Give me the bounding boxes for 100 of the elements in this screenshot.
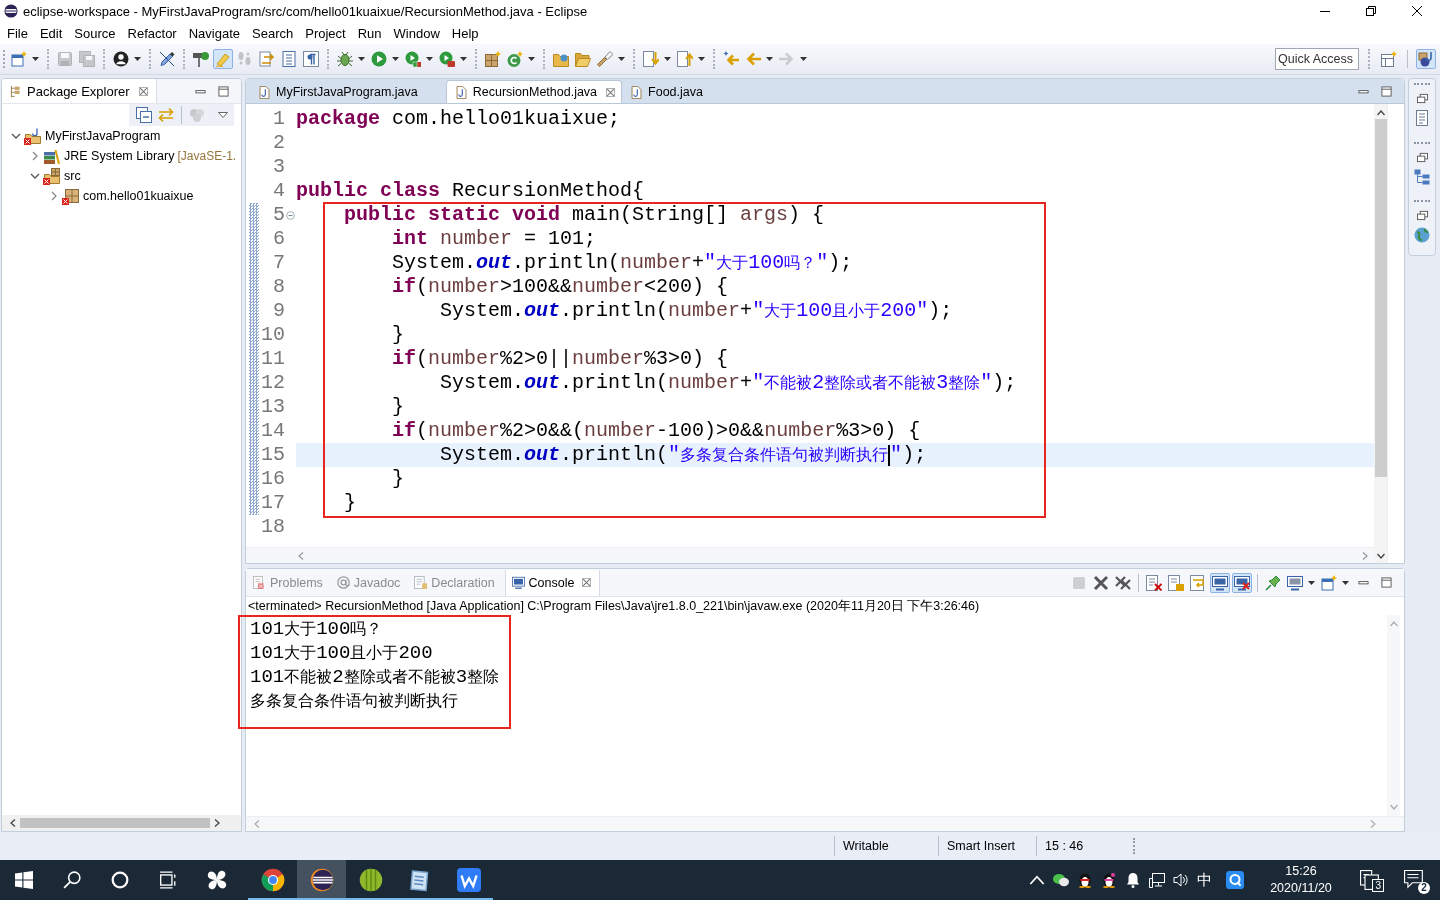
play-bars-icon[interactable] <box>403 49 423 69</box>
document-square-icon[interactable] <box>1166 572 1186 593</box>
scroll-right-icon[interactable] <box>214 819 220 827</box>
menu-item[interactable]: Help <box>445 25 485 41</box>
tree-item[interactable]: JRE System Library <box>64 149 175 163</box>
task-view-icon[interactable] <box>159 871 177 889</box>
code-line: System.out.println(number+"大于100且小于200"); <box>440 299 953 323</box>
pilcrow-icon[interactable] <box>301 49 321 69</box>
start-icon[interactable] <box>15 871 33 889</box>
shapes-icon[interactable] <box>1416 49 1436 69</box>
editor-tab[interactable]: RecursionMethod.java <box>445 80 623 103</box>
line-number: 17 <box>260 491 285 515</box>
speaker-icon[interactable] <box>1173 872 1189 888</box>
monitor-x-icon[interactable] <box>1232 572 1252 593</box>
chat-bubbles-icon[interactable] <box>1053 872 1069 888</box>
quick-access-field[interactable]: Quick Access <box>1275 48 1359 70</box>
penguin-icon[interactable] <box>1077 872 1093 888</box>
package-star-icon[interactable] <box>483 49 503 69</box>
line-number: 14 <box>260 419 285 443</box>
window-title: eclipse-workspace - MyFirstJavaProgram/src/com/hello01kuaixue/RecursionMethod.java - Eclipse <box>23 3 589 19</box>
restore-icon[interactable] <box>1416 93 1428 104</box>
collapse-all-icon[interactable] <box>134 105 154 125</box>
dropdown-caret-icon[interactable] <box>426 57 433 61</box>
editor-tab[interactable]: MyFirstJavaProgram.java <box>250 81 446 103</box>
signpost-icon[interactable] <box>191 49 211 69</box>
maximize-icon[interactable] <box>1381 577 1392 588</box>
dropdown-caret-icon[interactable] <box>698 57 705 61</box>
chevron-right-icon[interactable] <box>49 191 59 201</box>
tree-item[interactable]: MyFirstJavaProgram <box>45 129 161 143</box>
dropdown-caret-icon[interactable] <box>1342 580 1349 585</box>
chevron-down-icon[interactable] <box>30 171 40 181</box>
hierarchy-icon[interactable] <box>1414 168 1430 185</box>
view-menu-icon[interactable] <box>218 112 228 118</box>
bug-icon[interactable] <box>335 49 355 69</box>
menu-item[interactable]: Run <box>351 25 388 41</box>
menu-item[interactable]: Edit <box>33 25 69 41</box>
view-tab[interactable]: Package Explorer <box>2 79 157 103</box>
close-icon[interactable] <box>1412 6 1422 16</box>
scroll-down-icon[interactable] <box>1376 553 1385 559</box>
menu-item[interactable]: Search <box>246 25 300 41</box>
menu-item[interactable]: File <box>1 25 34 41</box>
input-method-indicator[interactable]: 中 <box>1197 870 1212 890</box>
fold-icon[interactable] <box>286 210 295 220</box>
pen-slash-icon[interactable] <box>157 49 177 69</box>
output-line: 101大于100吗？ <box>250 617 384 641</box>
restore-icon[interactable] <box>1416 151 1428 163</box>
menu-item[interactable]: Window <box>387 25 446 41</box>
dropdown-caret-icon[interactable] <box>32 57 39 61</box>
dropdown-caret-icon[interactable] <box>664 57 671 61</box>
scroll-up-icon[interactable] <box>1376 110 1385 116</box>
globe-icon[interactable] <box>1414 227 1430 244</box>
class-star-icon[interactable] <box>505 49 525 69</box>
search-icon[interactable] <box>63 871 81 889</box>
vertical-scrollbar[interactable] <box>1374 104 1387 563</box>
network-icon[interactable] <box>1149 872 1165 888</box>
menu-item[interactable]: Refactor <box>121 25 183 41</box>
view-tab[interactable]: Console <box>504 569 601 596</box>
status-field: 15 : 46 <box>1036 836 1133 856</box>
menu-item[interactable]: Project <box>299 25 352 41</box>
dropdown-caret-icon[interactable] <box>358 57 365 61</box>
circle-icon[interactable] <box>111 871 129 889</box>
maximize-icon[interactable] <box>218 85 229 97</box>
document-tag-icon <box>414 576 428 589</box>
person-circle-icon[interactable] <box>111 49 131 69</box>
monitor-icon[interactable] <box>1210 572 1230 593</box>
restore-icon[interactable] <box>1416 210 1428 222</box>
table-star-icon[interactable] <box>1379 49 1399 69</box>
chevron-down-icon[interactable] <box>11 131 21 141</box>
dropdown-caret-icon[interactable] <box>528 57 535 61</box>
play-toolbox-icon[interactable] <box>437 49 457 69</box>
app-tile-icon[interactable] <box>1226 871 1244 889</box>
taskbar-app-button[interactable] <box>297 860 346 900</box>
flashlight-icon[interactable] <box>595 49 615 69</box>
document-icon[interactable] <box>1414 110 1430 126</box>
horizontal-scrollbar[interactable] <box>2 815 241 831</box>
penguin-icon[interactable] <box>1101 872 1117 888</box>
tree-item[interactable]: com.hello01kuaixue <box>83 189 194 203</box>
editor-tab[interactable]: Food.java <box>622 81 731 103</box>
tree-item[interactable]: src <box>64 169 81 183</box>
play-icon[interactable] <box>369 49 389 69</box>
bell-icon[interactable] <box>1125 872 1141 888</box>
maximize-icon[interactable] <box>1381 85 1392 97</box>
dropdown-caret-icon[interactable] <box>618 57 625 61</box>
scroll-left-icon[interactable] <box>10 819 16 827</box>
menu-item[interactable]: Navigate <box>182 25 246 41</box>
restore-icon[interactable] <box>1366 6 1376 16</box>
dropdown-caret-icon[interactable] <box>392 57 399 61</box>
scrollbar-thumb[interactable] <box>1374 119 1387 477</box>
dropdown-caret-icon[interactable] <box>134 57 141 61</box>
chevron-right-icon[interactable] <box>30 151 40 161</box>
document-x-icon[interactable] <box>1144 572 1164 593</box>
line-number: 5 <box>272 203 285 227</box>
dropdown-caret-icon[interactable] <box>766 57 773 61</box>
new-window-icon[interactable] <box>9 49 29 69</box>
document-lines-icon[interactable] <box>279 49 299 69</box>
document-arrow-icon[interactable] <box>257 49 277 69</box>
menu-item[interactable]: Source <box>68 25 122 41</box>
scrollbar-thumb[interactable] <box>20 818 210 828</box>
dropdown-caret-icon[interactable] <box>1308 580 1315 585</box>
dropdown-caret-icon[interactable] <box>460 57 467 61</box>
